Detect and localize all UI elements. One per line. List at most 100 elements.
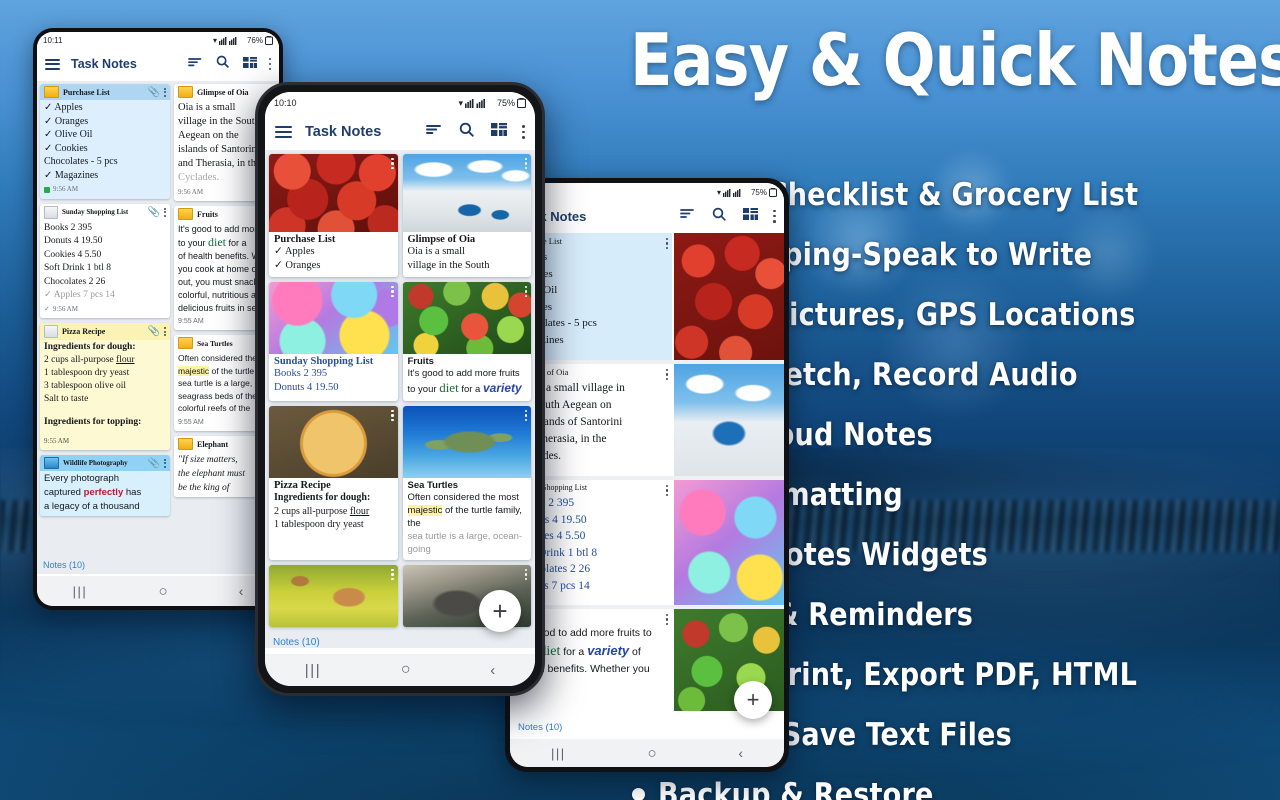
body-line: a legacy of a thousand xyxy=(44,501,140,512)
note-card[interactable]: Sunday Shopping List 📎 Books 2 395 Donut… xyxy=(40,203,170,318)
apples-photo xyxy=(674,233,784,360)
overflow-menu-icon[interactable] xyxy=(665,485,668,496)
overflow-menu-icon[interactable] xyxy=(524,286,527,297)
note-card[interactable]: Sea Turtles Often considered the most ma… xyxy=(402,406,531,560)
search-icon[interactable] xyxy=(216,55,229,73)
home-button[interactable]: ○ xyxy=(401,661,411,679)
add-note-fab[interactable]: + xyxy=(734,681,772,719)
list-item[interactable]: Glimpse of Oia Oia is a small village in… xyxy=(510,364,784,476)
phone-left-navbar: ||| ○ ‹ xyxy=(37,576,279,606)
body-line: Chocolates - 5 pcs xyxy=(44,156,118,167)
phone-right-note-list[interactable]: Purchase List Apples Oranges Olive Oil C… xyxy=(510,233,784,711)
sort-icon[interactable] xyxy=(680,207,695,225)
hamburger-menu-icon[interactable] xyxy=(45,56,60,72)
overflow-menu-icon[interactable] xyxy=(665,369,668,380)
overflow-menu-icon[interactable] xyxy=(773,209,776,223)
bullet-icon xyxy=(632,788,645,800)
sticky-note-icon xyxy=(44,86,59,98)
overflow-menu-icon[interactable] xyxy=(665,614,668,625)
overflow-menu-icon[interactable] xyxy=(524,410,527,421)
overflow-menu-icon[interactable] xyxy=(391,286,394,297)
note-card[interactable]: Pizza Recipe Ingredients for dough: 2 cu… xyxy=(269,406,398,560)
sort-icon[interactable] xyxy=(187,55,202,73)
overflow-menu-icon[interactable] xyxy=(268,58,271,70)
note-card[interactable]: Sunday Shopping List Books 2 395 Donuts … xyxy=(269,282,398,401)
phone-left: 10:11 ▾ 76% Task Notes Purchase List 📎 ✓… xyxy=(33,28,283,610)
sort-icon[interactable] xyxy=(426,123,442,141)
phone-right-notes-count: Notes (10) xyxy=(518,722,563,733)
note-card[interactable]: Purchase List ✓ Apples ✓ Oranges xyxy=(269,154,398,277)
home-button[interactable]: ○ xyxy=(647,745,656,762)
note-title: Fruits xyxy=(407,356,434,367)
note-title: Purchase List xyxy=(274,234,336,245)
back-button[interactable]: ‹ xyxy=(738,745,743,761)
overflow-menu-icon[interactable] xyxy=(164,207,166,217)
overflow-menu-icon[interactable] xyxy=(391,158,394,169)
note-time: 9:56 AM xyxy=(178,188,204,196)
phone-left-statusbar: 10:11 ▾ 76% xyxy=(37,32,279,49)
status-icons: ▾ 75% xyxy=(458,98,526,109)
body-line: sea turtle is a large, ocean-going xyxy=(407,531,523,555)
body-line: Oia is a small xyxy=(407,246,465,257)
body-line: 2 cups all-purpose flour xyxy=(274,505,370,517)
overflow-menu-icon[interactable] xyxy=(391,569,394,580)
overflow-menu-icon[interactable] xyxy=(524,569,527,580)
note-card[interactable]: Fruits It's good to add more fruits to y… xyxy=(402,282,531,401)
app-title: Task Notes xyxy=(305,124,382,140)
paperclip-icon: 📎 xyxy=(147,457,160,469)
recents-button[interactable]: ||| xyxy=(551,746,566,761)
hamburger-menu-icon[interactable] xyxy=(275,123,292,141)
body-line: ✓ Cookies xyxy=(44,142,88,154)
body-line: Chocolates 2 26 xyxy=(44,276,106,287)
overflow-menu-icon[interactable] xyxy=(164,327,166,336)
home-button[interactable]: ○ xyxy=(158,583,167,600)
body-line: ✓ Oranges xyxy=(274,260,321,271)
phone-center-note-grid[interactable]: Purchase List ✓ Apples ✓ Oranges Glimpse… xyxy=(265,150,535,648)
note-card[interactable]: Glimpse of Oia Oia is a small village in… xyxy=(402,154,531,277)
note-title: Sunday Shopping List xyxy=(62,208,129,216)
sea-turtle-photo xyxy=(402,406,531,478)
grid-layout-icon[interactable] xyxy=(491,123,508,141)
search-icon[interactable] xyxy=(459,122,474,142)
note-time: 9:56 AM xyxy=(52,304,78,313)
wifi-icon: ▾ xyxy=(716,187,721,197)
body-line: Ingredients for topping: xyxy=(44,417,142,427)
note-time: 9:55 AM xyxy=(178,418,204,426)
overflow-menu-icon[interactable] xyxy=(665,238,668,249)
note-time: 9:56 AM xyxy=(53,185,79,193)
note-card[interactable]: Wildlife Photography 📎 Every photograph … xyxy=(40,455,170,516)
body-line: Donuts 4 19.50 xyxy=(274,382,339,393)
santorini-photo xyxy=(674,364,784,476)
overflow-menu-icon[interactable] xyxy=(524,158,527,169)
note-card[interactable]: Pizza Recipe 📎 Ingredients for dough: 2 … xyxy=(40,323,170,450)
body-line: Often considered the most xyxy=(407,492,519,503)
phone-center-navbar: ||| ○ ‹ xyxy=(265,654,535,686)
body-line: Soft Drink 1 btl 8 xyxy=(44,263,112,273)
note-card[interactable]: Purchase List 📎 ✓ Apples ✓ Oranges ✓ Oli… xyxy=(40,84,170,199)
search-icon[interactable] xyxy=(712,207,727,226)
overflow-menu-icon[interactable] xyxy=(164,87,166,97)
note-card[interactable] xyxy=(269,565,398,627)
grid-layout-icon[interactable] xyxy=(242,55,257,73)
phone-center-statusbar: 10:10 ▾ 75% xyxy=(265,92,535,114)
list-item[interactable]: Purchase List Apples Oranges Olive Oil C… xyxy=(510,233,784,360)
add-note-fab[interactable]: + xyxy=(479,590,521,632)
note-title: Purchase List xyxy=(63,87,110,97)
body-line: It's good to add more fruits xyxy=(407,368,520,379)
list-item[interactable]: Sunday Shopping List Books 2 395 Donuts … xyxy=(510,480,784,605)
grid-layout-icon[interactable] xyxy=(743,207,759,225)
recents-button[interactable]: ||| xyxy=(73,584,88,599)
phone-left-note-grid[interactable]: Purchase List 📎 ✓ Apples ✓ Oranges ✓ Oli… xyxy=(37,81,279,574)
overflow-menu-icon[interactable] xyxy=(391,410,394,421)
battery-icon xyxy=(265,36,273,45)
recents-button[interactable]: ||| xyxy=(305,662,322,679)
battery-percent: 75% xyxy=(750,187,767,197)
feature-label: Backup & Restore xyxy=(658,777,934,800)
back-button[interactable]: ‹ xyxy=(239,583,244,599)
back-button[interactable]: ‹ xyxy=(490,662,495,679)
overflow-menu-icon[interactable] xyxy=(522,125,525,139)
overflow-menu-icon[interactable] xyxy=(164,458,166,468)
phone-center-screen: 10:10 ▾ 75% Task Notes Purchase List ✓ A… xyxy=(265,92,535,686)
body-line: Cookies 4 5.50 xyxy=(44,249,102,260)
note-time: 9:55 AM xyxy=(44,437,70,445)
